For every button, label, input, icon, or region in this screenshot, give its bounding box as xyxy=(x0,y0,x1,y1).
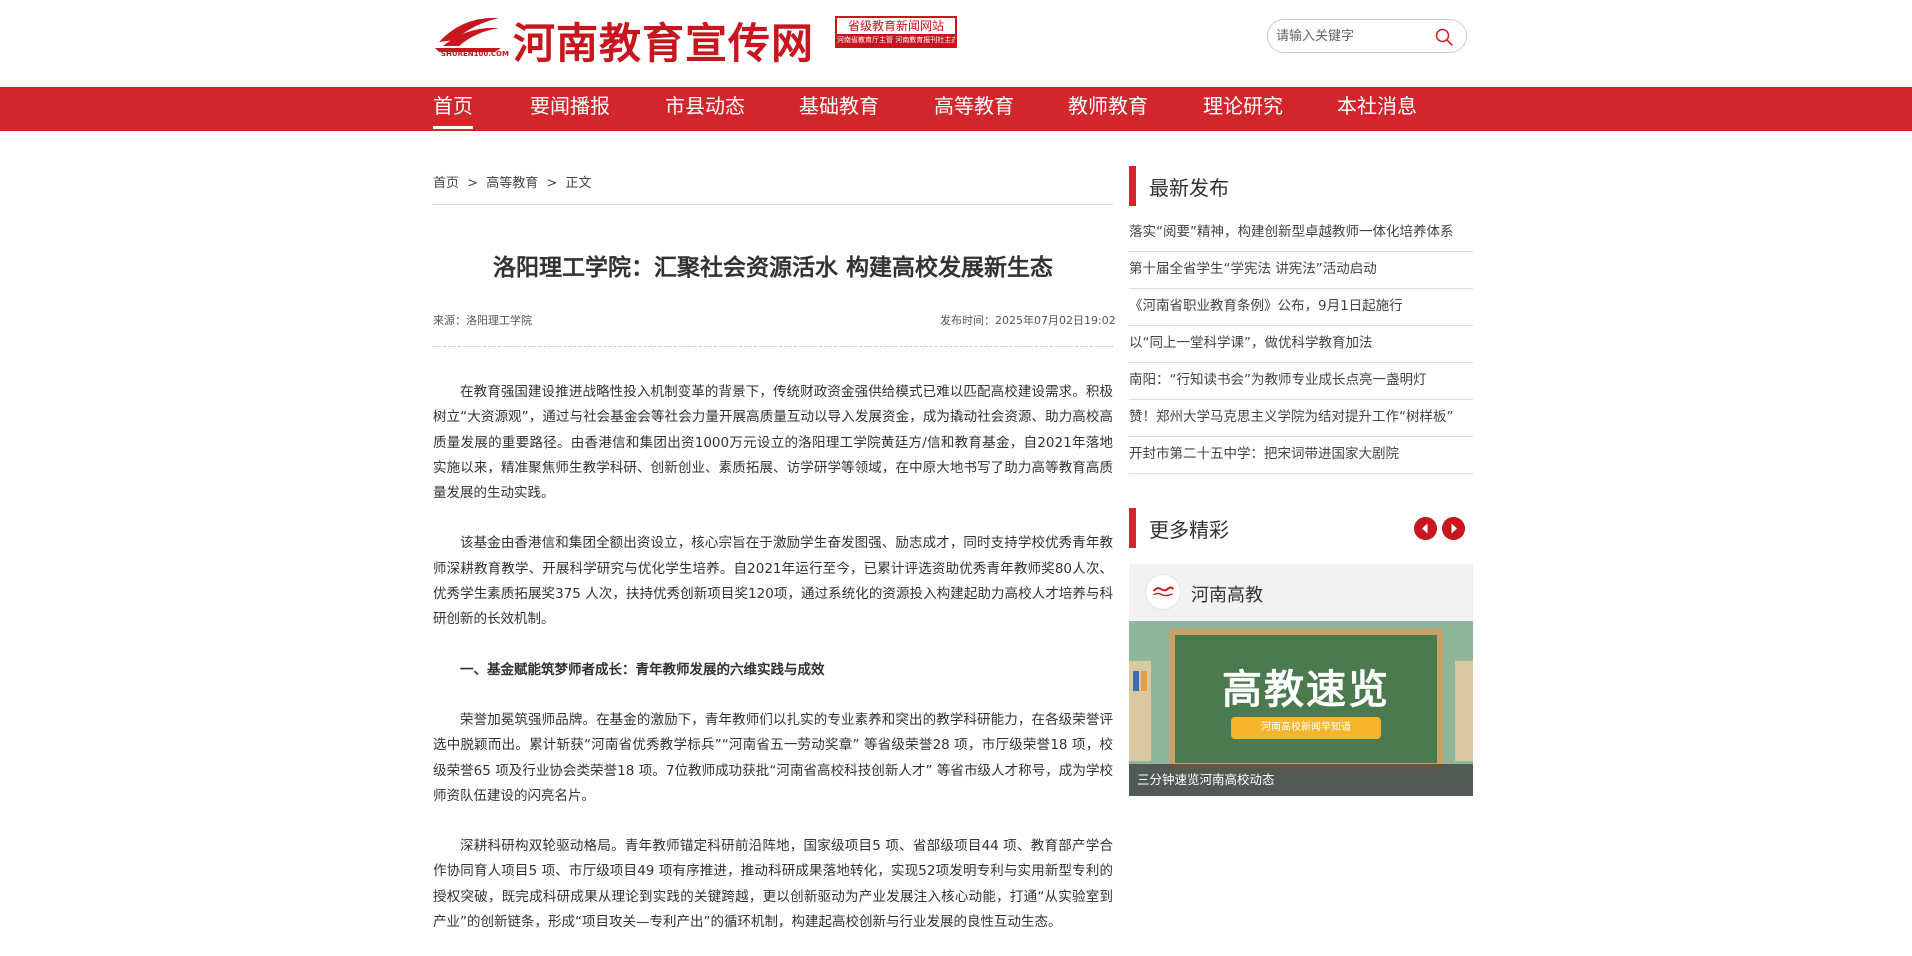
article-source: 来源：洛阳理工学院 xyxy=(433,314,532,327)
breadcrumb-home[interactable]: 首页 xyxy=(433,176,459,191)
article-body: 在教育强国建设推进战略性投入机制变革的背景下，传统财政资金强供给模式已难以匹配高… xyxy=(433,380,1113,956)
nav-item-county[interactable]: 市县动态 xyxy=(665,87,745,131)
article-title: 洛阳理工学院：汇聚社会资源活水 构建高校发展新生态 xyxy=(492,255,1053,281)
article-paragraph: 在教育强国建设推进战略性投入机制变革的背景下，传统财政资金强供给模式已难以匹配高… xyxy=(433,384,1113,502)
breadcrumb-separator: > xyxy=(546,176,558,191)
board-strip: 河南高校新闻早知道 xyxy=(1231,717,1381,739)
chalkboard: 高教速览 河南高校新闻早知道 xyxy=(1169,629,1443,769)
article-paragraph: 荣誉加冕筑强师品牌。在基金的激励下，青年教师们以扎实的专业素养和突出的教学科研能… xyxy=(433,711,1113,804)
latest-news-item[interactable]: 落实“阅要”精神，构建创新型卓越教师一体化培养体系 xyxy=(1129,215,1473,252)
latest-news-item[interactable]: 赞！郑州大学马克思主义学院为结对提升工作“树样板” xyxy=(1129,400,1473,437)
nav-item-basic-education[interactable]: 基础教育 xyxy=(799,87,879,131)
section-accent-bar xyxy=(1129,508,1136,548)
main-nav: 首页 要闻播报 市县动态 基础教育 高等教育 教师教育 理论研究 本社消息 xyxy=(0,87,1912,131)
badge-top-text: 省级教育新闻网站 xyxy=(847,19,944,33)
badge-bottom-text: 河南省教育厅主管 河南教育报刊社主办 xyxy=(837,34,955,46)
divider xyxy=(433,204,1113,205)
dashed-divider xyxy=(433,346,1113,347)
board-title: 高教速览 xyxy=(1222,667,1390,713)
feature-card[interactable]: 河南高教 高教速览 河南高校新闻早知道 三分钟速览河南高校动态 xyxy=(1129,564,1473,796)
logo-domain: SHUREN100.COM xyxy=(441,50,509,58)
nav-item-teacher-education[interactable]: 教师教育 xyxy=(1068,87,1148,131)
article-paragraph: 该基金由香港信和集团全额出资设立，核心宗旨在于激励学生奋发图强、励志成才，同时支… xyxy=(433,535,1113,628)
card-caption[interactable]: 三分钟速览河南高校动态 xyxy=(1129,764,1473,796)
site-title: 河南教育宣传网 xyxy=(513,19,815,68)
site-logo[interactable]: SHUREN100.COM 河南教育宣传网 省级教育新闻网站 河南省教育厅主管 … xyxy=(433,8,973,68)
latest-news-item[interactable]: 南阳：“行知读书会”为教师专业成长点亮一盏明灯 xyxy=(1129,363,1473,400)
more-section-title: 更多精彩 xyxy=(1149,518,1229,542)
search-input[interactable] xyxy=(1276,26,1426,46)
site-header: SHUREN100.COM 河南教育宣传网 省级教育新闻网站 河南省教育厅主管 … xyxy=(0,0,1912,87)
arrow-left-icon[interactable] xyxy=(1414,517,1437,540)
avatar xyxy=(1145,574,1181,610)
nav-item-press[interactable]: 本社消息 xyxy=(1337,87,1417,131)
latest-news-item[interactable]: 开封市第二十五中学：把宋词带进国家大剧院 xyxy=(1129,437,1473,474)
latest-section-header: 最新发布 xyxy=(1129,166,1473,206)
search-icon[interactable] xyxy=(1434,27,1454,47)
arrow-right-icon[interactable] xyxy=(1442,517,1465,540)
nav-item-news[interactable]: 要闻播报 xyxy=(530,87,610,131)
latest-news-list: 落实“阅要”精神，构建创新型卓越教师一体化培养体系 第十届全省学生“学宪法 讲宪… xyxy=(1129,215,1473,474)
nav-item-home[interactable]: 首页 xyxy=(433,87,473,131)
breadcrumb: 首页 > 高等教育 > 正文 xyxy=(433,172,595,191)
latest-news-item[interactable]: 以“同上一堂科学课”，做优科学教育加法 xyxy=(1129,326,1473,363)
latest-news-item[interactable]: 第十届全省学生“学宪法 讲宪法”活动启动 xyxy=(1129,252,1473,289)
breadcrumb-current: 正文 xyxy=(565,176,592,191)
card-image: 高教速览 河南高校新闻早知道 三分钟速览河南高校动态 xyxy=(1129,621,1473,796)
article-time: 发布时间：2025年07月02日19:02 xyxy=(940,314,1116,327)
latest-section-title: 最新发布 xyxy=(1149,176,1229,200)
nav-item-higher-education[interactable]: 高等教育 xyxy=(934,87,1014,131)
article-paragraph: 深耕科研构双轮驱动格局。青年教师锚定科研前沿阵地，国家级项目5 项、省部级项目4… xyxy=(433,838,1113,931)
breadcrumb-separator: > xyxy=(467,176,479,191)
latest-news-item[interactable]: 《河南省职业教育条例》公布，9月1日起施行 xyxy=(1129,289,1473,326)
card-account-name: 河南高教 xyxy=(1191,585,1263,606)
search-box xyxy=(1267,19,1467,53)
section-accent-bar xyxy=(1129,166,1136,206)
breadcrumb-category[interactable]: 高等教育 xyxy=(486,176,538,191)
article-section-heading: 一、基金赋能筑梦师者成长：青年教师发展的六维实践与成效 xyxy=(460,661,825,678)
nav-item-theory[interactable]: 理论研究 xyxy=(1203,87,1283,131)
logo-badge: 省级教育新闻网站 河南省教育厅主管 河南教育报刊社主办 xyxy=(835,16,957,48)
